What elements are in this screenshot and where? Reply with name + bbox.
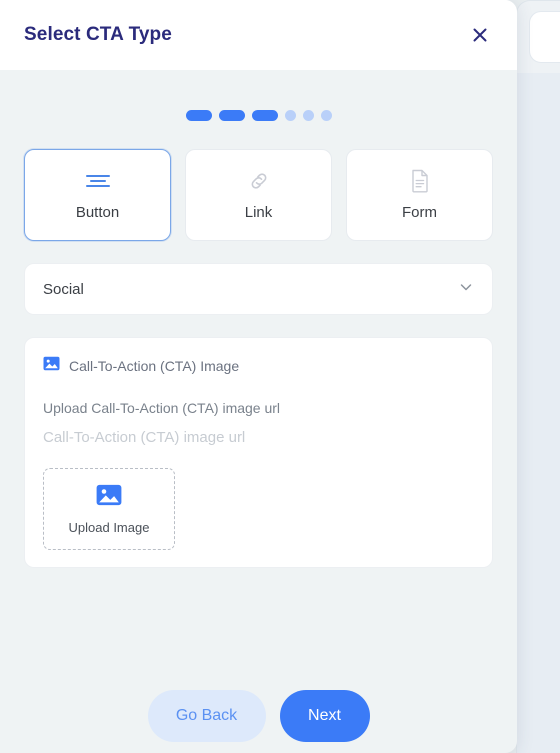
cta-type-options: Button Link Form — [24, 149, 493, 241]
next-button[interactable]: Next — [279, 690, 370, 742]
page-title: Select CTA Type — [24, 24, 172, 45]
step-indicator-6 — [320, 110, 332, 121]
step-indicator-3 — [251, 110, 278, 121]
select-cta-type-modal: Select CTA Type Button Link Form Social … — [0, 0, 517, 753]
step-indicator-1 — [185, 110, 212, 121]
cta-category-value: Social — [43, 280, 84, 298]
step-indicator-4 — [284, 110, 296, 121]
upload-image-label: Upload Image — [68, 519, 150, 535]
cta-type-label-button: Button — [75, 204, 120, 221]
cta-type-option-form[interactable]: Form — [346, 149, 493, 241]
cta-type-option-button[interactable]: Button — [24, 149, 171, 241]
background-panel-body — [517, 73, 560, 753]
close-icon — [470, 25, 490, 45]
step-indicator-2 — [218, 110, 245, 121]
image-icon — [96, 484, 122, 511]
menu-lines-icon — [84, 169, 112, 193]
modal-footer: Go Back Next — [0, 687, 517, 753]
cta-image-url-label: Upload Call-To-Action (CTA) image url — [43, 400, 281, 416]
cta-image-url-input[interactable]: Call-To-Action (CTA) image url — [43, 429, 474, 446]
cta-image-card: Call-To-Action (CTA) Image Upload Call-T… — [24, 337, 493, 568]
upload-image-dropzone[interactable]: Upload Image — [43, 468, 175, 550]
cta-image-heading: Call-To-Action (CTA) Image — [69, 358, 240, 374]
cta-type-label-link: Link — [244, 204, 273, 221]
cta-category-select[interactable]: Social — [24, 263, 493, 315]
cta-image-card-header: Call-To-Action (CTA) Image — [43, 356, 474, 376]
close-button[interactable] — [465, 20, 495, 50]
chevron-down-icon — [458, 279, 474, 300]
modal-body: Button Link Form Social Call-To-Action (… — [0, 70, 517, 687]
document-icon — [410, 169, 430, 193]
go-back-button[interactable]: Go Back — [147, 690, 266, 742]
step-progress-indicator — [24, 70, 493, 149]
modal-header: Select CTA Type — [0, 0, 517, 70]
background-panel-card — [529, 11, 560, 63]
link-chain-icon — [247, 169, 271, 193]
cta-type-option-link[interactable]: Link — [185, 149, 332, 241]
background-panel — [516, 0, 560, 753]
step-indicator-5 — [302, 110, 314, 121]
cta-type-label-form: Form — [402, 204, 437, 221]
image-icon — [43, 356, 60, 376]
